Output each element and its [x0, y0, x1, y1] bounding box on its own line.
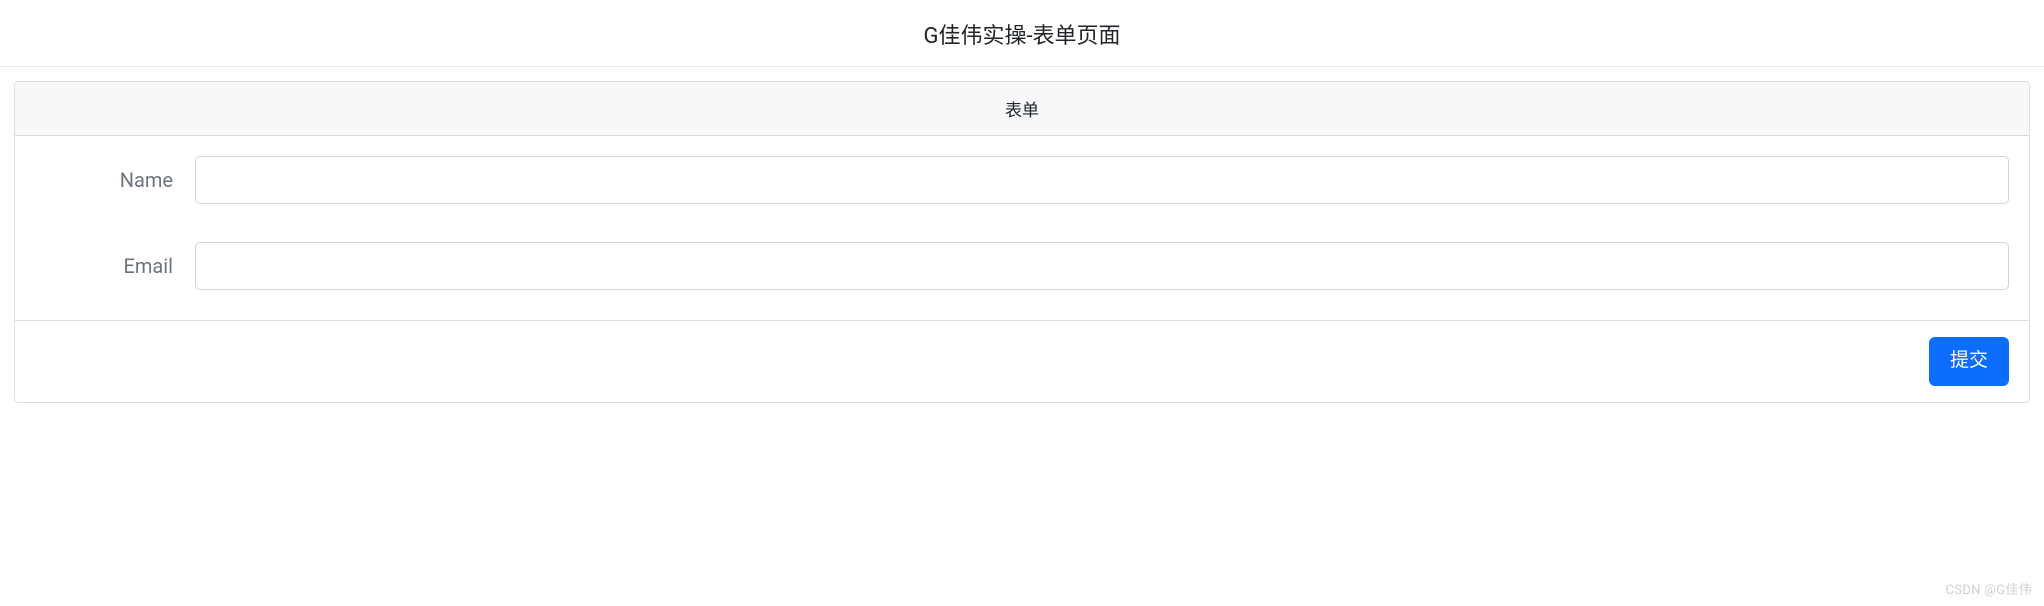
main-container: 表单 Name Email 提交 [0, 67, 2044, 417]
name-input[interactable] [195, 156, 2009, 204]
card-header: 表单 [15, 82, 2029, 136]
card-footer: 提交 [15, 320, 2029, 402]
email-input[interactable] [195, 242, 2009, 290]
page-title: G佳伟实操-表单页面 [0, 0, 2044, 67]
watermark: CSDN @G佳伟 [1946, 579, 2032, 598]
card-body: Name Email [15, 136, 2029, 320]
form-card: 表单 Name Email 提交 [14, 81, 2030, 403]
email-label: Email [35, 254, 195, 278]
form-group-email: Email [35, 242, 2009, 290]
name-label: Name [35, 168, 195, 192]
submit-button[interactable]: 提交 [1929, 337, 2009, 386]
form-group-name: Name [35, 156, 2009, 204]
